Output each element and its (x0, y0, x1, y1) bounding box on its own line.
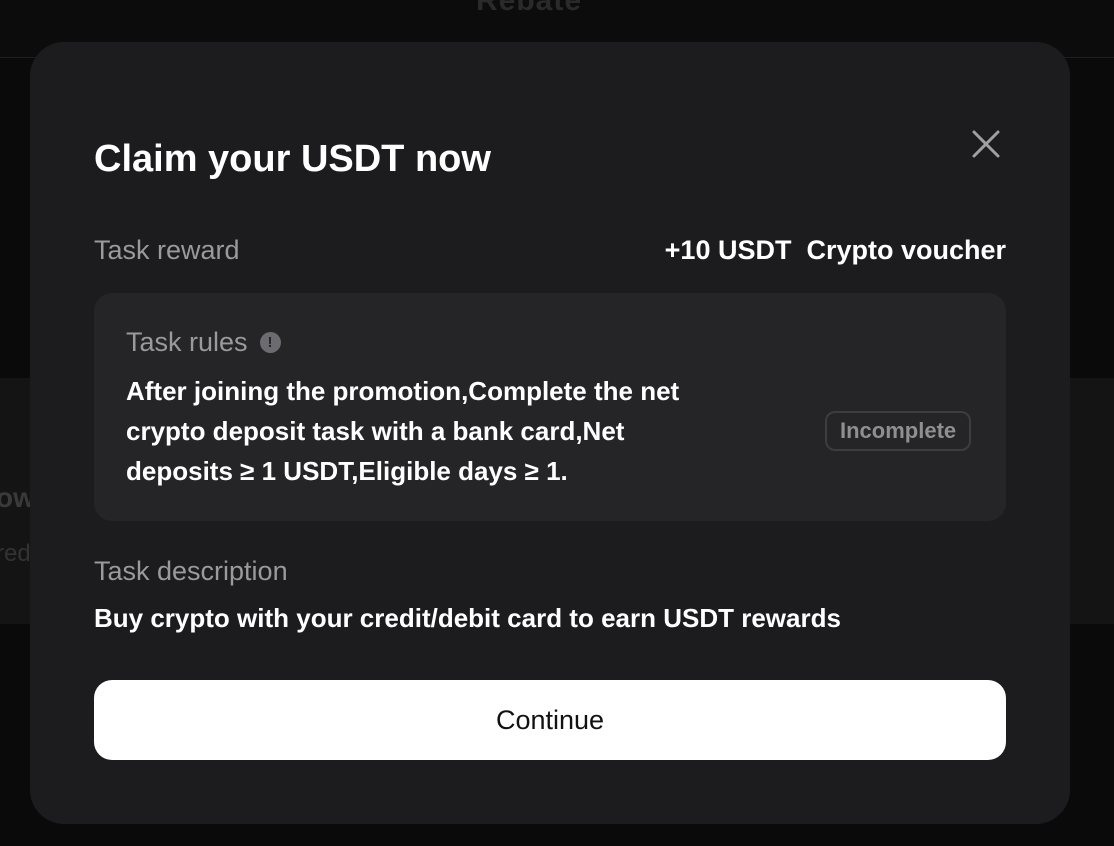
task-description-text: Buy crypto with your credit/debit card t… (94, 603, 841, 633)
task-rules-label: Task rules (126, 327, 248, 357)
task-description-label: Task description (94, 556, 288, 586)
status-badge: Incomplete (825, 411, 972, 451)
close-icon (972, 130, 1000, 158)
task-rules-card: Task rules ! After joining the promotion… (94, 293, 1006, 521)
task-rules-header: Task rules ! (126, 327, 281, 358)
background-peek-subtitle: red (0, 540, 31, 567)
task-rules-text: After joining the promotion,Complete the… (126, 376, 680, 486)
task-reward-row: Task reward +10 USDT Crypto voucher (94, 235, 1006, 271)
header-title: Rebate (476, 0, 583, 17)
claim-usdt-modal: Claim your USDT now Task reward +10 USDT… (30, 42, 1070, 824)
task-reward-label: Task reward (94, 235, 240, 265)
close-button[interactable] (968, 126, 1004, 162)
info-icon[interactable]: ! (259, 332, 281, 353)
task-reward-value: +10 USDT Crypto voucher (664, 235, 1006, 265)
continue-button[interactable]: Continue (94, 680, 1006, 760)
modal-title: Claim your USDT now (94, 138, 491, 180)
